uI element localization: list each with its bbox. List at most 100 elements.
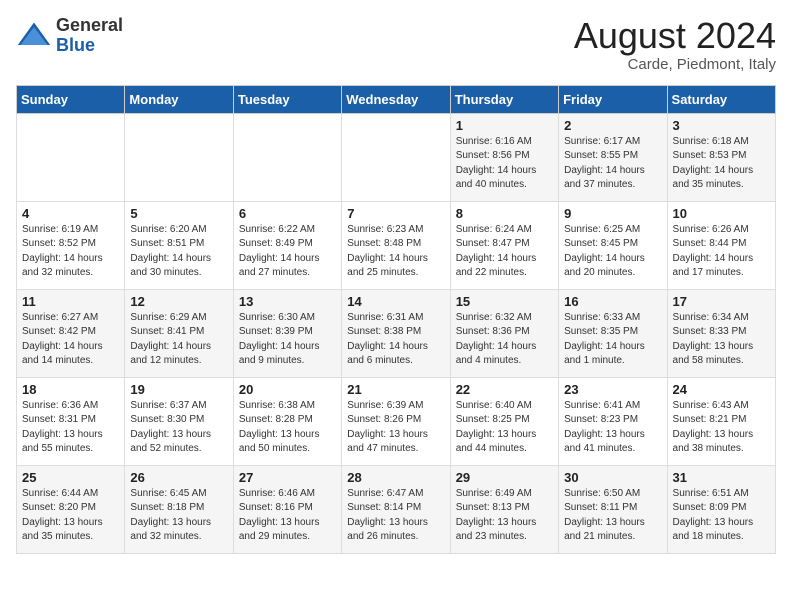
calendar-cell: 5Sunrise: 6:20 AM Sunset: 8:51 PM Daylig… — [125, 201, 233, 289]
calendar-cell: 28 Sunrise: 6:47 AM Sunset: 8:14 PM Dayli… — [342, 465, 450, 553]
day-info: Sunrise: 6:36 AM Sunset: 8:31 PM Dayligh… — [22, 399, 119, 457]
calendar-cell: 9 Sunrise: 6:25 AM Sunset: 8:45 PM Daylig… — [559, 201, 667, 289]
calendar-cell — [342, 113, 450, 201]
day-info: Sunrise: 6:47 AM Sunset: 8:14 PM Dayligh… — [347, 487, 444, 545]
calendar-cell: 21 Sunrise: 6:39 AM Sunset: 8:26 PM Dayli… — [342, 377, 450, 465]
calendar-cell: 14Sunrise: 6:31 AM Sunset: 8:38 PM Dayli… — [342, 289, 450, 377]
calendar-cell: 27 Sunrise: 6:46 AM Sunset: 8:16 PM Dayli… — [233, 465, 341, 553]
calendar-week-5: 25 Sunrise: 6:44 AM Sunset: 8:20 PM Dayli… — [17, 465, 776, 553]
day-number: 21 — [347, 382, 444, 397]
calendar-cell: 30 Sunrise: 6:50 AM Sunset: 8:11 PM Dayli… — [559, 465, 667, 553]
day-info: Sunrise: 6:46 AM Sunset: 8:16 PM Dayligh… — [239, 487, 336, 545]
day-info: Sunrise: 6:16 AM Sunset: 8:56 PM Dayligh… — [456, 135, 553, 193]
day-number: 28 — [347, 470, 444, 485]
day-info: Sunrise: 6:44 AM Sunset: 8:20 PM Dayligh… — [22, 487, 119, 545]
day-info: Sunrise: 6:39 AM Sunset: 8:26 PM Dayligh… — [347, 399, 444, 457]
calendar-week-1: 1 Sunrise: 6:16 AM Sunset: 8:56 PM Daylig… — [17, 113, 776, 201]
day-info: Sunrise: 6:51 AM Sunset: 8:09 PM Dayligh… — [673, 487, 770, 545]
day-number: 27 — [239, 470, 336, 485]
day-number: 23 — [564, 382, 661, 397]
day-number: 4 — [22, 206, 119, 221]
month-year-title: August 2024 — [574, 16, 776, 56]
day-number: 25 — [22, 470, 119, 485]
day-number: 15 — [456, 294, 553, 309]
calendar-cell — [125, 113, 233, 201]
calendar-cell: 20 Sunrise: 6:38 AM Sunset: 8:28 PM Dayli… — [233, 377, 341, 465]
logo: General Blue — [16, 16, 123, 56]
logo-icon — [16, 18, 52, 54]
day-info: Sunrise: 6:26 AM Sunset: 8:44 PM Dayligh… — [673, 223, 770, 281]
day-info: Sunrise: 6:34 AM Sunset: 8:33 PM Dayligh… — [673, 311, 770, 369]
day-info: Sunrise: 6:20 AM Sunset: 8:51 PM Dayligh… — [130, 223, 227, 281]
day-number: 18 — [22, 382, 119, 397]
calendar-cell: 22 Sunrise: 6:40 AM Sunset: 8:25 PM Dayli… — [450, 377, 558, 465]
day-info: Sunrise: 6:30 AM Sunset: 8:39 PM Dayligh… — [239, 311, 336, 369]
day-number: 26 — [130, 470, 227, 485]
day-number: 11 — [22, 294, 119, 309]
day-info: Sunrise: 6:38 AM Sunset: 8:28 PM Dayligh… — [239, 399, 336, 457]
calendar-cell — [17, 113, 125, 201]
calendar-week-2: 4 Sunrise: 6:19 AM Sunset: 8:52 PM Daylig… — [17, 201, 776, 289]
weekday-header-tuesday: Tuesday — [233, 85, 341, 113]
calendar-cell: 3 Sunrise: 6:18 AM Sunset: 8:53 PM Daylig… — [667, 113, 775, 201]
logo-blue: Blue — [56, 36, 123, 56]
calendar-week-3: 11 Sunrise: 6:27 AM Sunset: 8:42 PM Dayli… — [17, 289, 776, 377]
title-block: August 2024 Carde, Piedmont, Italy — [574, 16, 776, 73]
day-number: 13 — [239, 294, 336, 309]
day-number: 9 — [564, 206, 661, 221]
calendar-cell: 2 Sunrise: 6:17 AM Sunset: 8:55 PM Daylig… — [559, 113, 667, 201]
day-info: Sunrise: 6:49 AM Sunset: 8:13 PM Dayligh… — [456, 487, 553, 545]
weekday-header-friday: Friday — [559, 85, 667, 113]
calendar-cell: 6Sunrise: 6:22 AM Sunset: 8:49 PM Daylig… — [233, 201, 341, 289]
logo-text: General Blue — [56, 16, 123, 56]
day-number: 20 — [239, 382, 336, 397]
calendar-cell: 26Sunrise: 6:45 AM Sunset: 8:18 PM Dayli… — [125, 465, 233, 553]
page-header: General Blue August 2024 Carde, Piedmont… — [16, 16, 776, 73]
day-info: Sunrise: 6:41 AM Sunset: 8:23 PM Dayligh… — [564, 399, 661, 457]
day-number: 31 — [673, 470, 770, 485]
day-info: Sunrise: 6:25 AM Sunset: 8:45 PM Dayligh… — [564, 223, 661, 281]
day-number: 1 — [456, 118, 553, 133]
calendar-cell: 29 Sunrise: 6:49 AM Sunset: 8:13 PM Dayli… — [450, 465, 558, 553]
calendar-cell: 7Sunrise: 6:23 AM Sunset: 8:48 PM Daylig… — [342, 201, 450, 289]
calendar-cell: 8Sunrise: 6:24 AM Sunset: 8:47 PM Daylig… — [450, 201, 558, 289]
location-subtitle: Carde, Piedmont, Italy — [574, 56, 776, 73]
weekday-header-monday: Monday — [125, 85, 233, 113]
calendar-cell: 23 Sunrise: 6:41 AM Sunset: 8:23 PM Dayli… — [559, 377, 667, 465]
calendar-cell — [233, 113, 341, 201]
day-info: Sunrise: 6:50 AM Sunset: 8:11 PM Dayligh… — [564, 487, 661, 545]
calendar-cell: 13 Sunrise: 6:30 AM Sunset: 8:39 PM Dayli… — [233, 289, 341, 377]
day-number: 16 — [564, 294, 661, 309]
calendar-week-4: 18 Sunrise: 6:36 AM Sunset: 8:31 PM Dayli… — [17, 377, 776, 465]
day-number: 30 — [564, 470, 661, 485]
calendar-cell: 25 Sunrise: 6:44 AM Sunset: 8:20 PM Dayli… — [17, 465, 125, 553]
calendar-cell: 18 Sunrise: 6:36 AM Sunset: 8:31 PM Dayli… — [17, 377, 125, 465]
day-number: 17 — [673, 294, 770, 309]
day-number: 2 — [564, 118, 661, 133]
day-number: 22 — [456, 382, 553, 397]
day-number: 19 — [130, 382, 227, 397]
day-info: Sunrise: 6:23 AM Sunset: 8:48 PM Dayligh… — [347, 223, 444, 281]
day-info: Sunrise: 6:18 AM Sunset: 8:53 PM Dayligh… — [673, 135, 770, 193]
day-info: Sunrise: 6:17 AM Sunset: 8:55 PM Dayligh… — [564, 135, 661, 193]
day-info: Sunrise: 6:32 AM Sunset: 8:36 PM Dayligh… — [456, 311, 553, 369]
calendar-table: SundayMondayTuesdayWednesdayThursdayFrid… — [16, 85, 776, 554]
calendar-cell: 11 Sunrise: 6:27 AM Sunset: 8:42 PM Dayli… — [17, 289, 125, 377]
day-number: 29 — [456, 470, 553, 485]
weekday-header-sunday: Sunday — [17, 85, 125, 113]
calendar-cell: 16Sunrise: 6:33 AM Sunset: 8:35 PM Dayli… — [559, 289, 667, 377]
day-info: Sunrise: 6:40 AM Sunset: 8:25 PM Dayligh… — [456, 399, 553, 457]
calendar-cell: 17 Sunrise: 6:34 AM Sunset: 8:33 PM Dayli… — [667, 289, 775, 377]
day-info: Sunrise: 6:27 AM Sunset: 8:42 PM Dayligh… — [22, 311, 119, 369]
day-number: 8 — [456, 206, 553, 221]
weekday-header-row: SundayMondayTuesdayWednesdayThursdayFrid… — [17, 85, 776, 113]
day-info: Sunrise: 6:19 AM Sunset: 8:52 PM Dayligh… — [22, 223, 119, 281]
logo-general: General — [56, 16, 123, 36]
calendar-cell: 24Sunrise: 6:43 AM Sunset: 8:21 PM Dayli… — [667, 377, 775, 465]
day-number: 3 — [673, 118, 770, 133]
day-number: 12 — [130, 294, 227, 309]
weekday-header-saturday: Saturday — [667, 85, 775, 113]
calendar-cell: 10Sunrise: 6:26 AM Sunset: 8:44 PM Dayli… — [667, 201, 775, 289]
day-info: Sunrise: 6:43 AM Sunset: 8:21 PM Dayligh… — [673, 399, 770, 457]
calendar-cell: 1 Sunrise: 6:16 AM Sunset: 8:56 PM Daylig… — [450, 113, 558, 201]
